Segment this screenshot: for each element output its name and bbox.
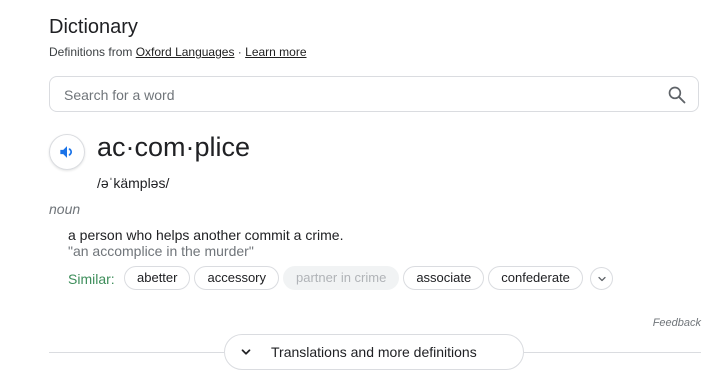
example-text: "an accomplice in the murder" bbox=[68, 243, 254, 259]
source-prefix: Definitions from bbox=[49, 45, 133, 59]
chevron-down-icon bbox=[596, 273, 608, 285]
definition-text: a person who helps another commit a crim… bbox=[68, 227, 344, 243]
divider-right bbox=[524, 352, 701, 353]
part-of-speech: noun bbox=[49, 201, 81, 217]
divider-left bbox=[49, 352, 224, 353]
translations-label: Translations and more definitions bbox=[271, 344, 477, 360]
phonetic-spelling: /əˈkämpləs/ bbox=[97, 175, 170, 191]
volume-icon bbox=[57, 142, 77, 162]
similar-chip-accessory[interactable]: accessory bbox=[194, 266, 280, 290]
translations-button[interactable]: Translations and more definitions bbox=[224, 334, 524, 370]
similar-chip-confederate[interactable]: confederate bbox=[488, 266, 583, 290]
page-title: Dictionary bbox=[49, 16, 138, 38]
feedback-link[interactable]: Feedback bbox=[653, 317, 701, 329]
source-separator: · bbox=[234, 45, 246, 59]
source-line: Definitions from Oxford Languages · Lear… bbox=[49, 44, 307, 60]
similar-chip-partner-in-crime: partner in crime bbox=[283, 266, 400, 290]
similar-chip-associate[interactable]: associate bbox=[403, 266, 485, 290]
similar-label: Similar: bbox=[68, 271, 115, 287]
search-box[interactable] bbox=[49, 76, 699, 112]
oxford-languages-link[interactable]: Oxford Languages bbox=[136, 45, 235, 59]
similar-words: abetter accessory partner in crime assoc… bbox=[124, 266, 583, 290]
chevron-down-icon bbox=[239, 345, 253, 364]
search-input[interactable] bbox=[64, 85, 644, 105]
search-icon[interactable] bbox=[667, 85, 687, 105]
pronounce-button[interactable] bbox=[49, 134, 85, 170]
expand-similar-button[interactable] bbox=[590, 267, 613, 290]
learn-more-link[interactable]: Learn more bbox=[245, 45, 306, 59]
similar-chip-abetter[interactable]: abetter bbox=[124, 266, 191, 290]
headword: ac·com·plice bbox=[97, 132, 251, 162]
